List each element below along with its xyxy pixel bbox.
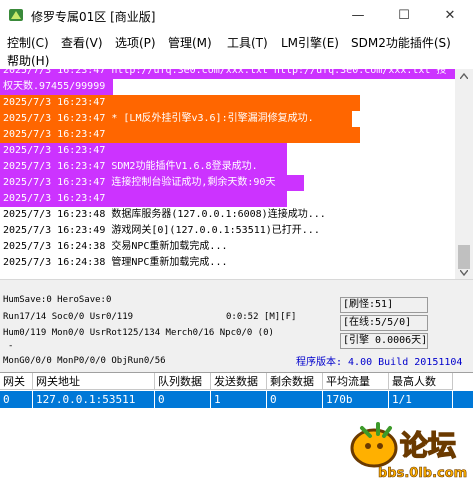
log-line: 2025/7/3 16:23:47 * [LM反外挂引擎v3.6]:引擎漏洞修复… bbox=[0, 111, 352, 127]
log-line: 2025/7/3 16:23:47 bbox=[0, 143, 287, 159]
carrot-mascot-icon bbox=[350, 422, 398, 468]
col-queue-data[interactable]: 队列数据 bbox=[155, 373, 211, 390]
close-button[interactable]: ✕ bbox=[427, 0, 473, 31]
status-uptime: 0:0:52 [M][F] bbox=[226, 312, 297, 322]
menu-lm-engine[interactable]: LM引擎(E) bbox=[281, 34, 339, 51]
scroll-thumb[interactable] bbox=[458, 245, 470, 269]
log-horizontal-scrollbar[interactable] bbox=[0, 279, 473, 292]
log-line: 2025/7/3 16:23:47 bbox=[0, 95, 360, 111]
log-line: 2025/7/3 16:23:47 bbox=[0, 191, 287, 207]
menu-options[interactable]: 选项(P) bbox=[115, 34, 156, 51]
status-hum-counts: Hum0/119 Mon0/0 UsrRot125/134 Merch0/16 … bbox=[3, 328, 274, 338]
status-dash: - bbox=[8, 341, 14, 351]
cell-queue-data: 0 bbox=[155, 391, 211, 408]
menu-control[interactable]: 控制(C) bbox=[7, 34, 49, 51]
status-run-counts: Run17/14 Soc0/0 Usr0/119 bbox=[3, 312, 134, 322]
log-line: 2025/7/3 16:23:48 数据库服务器(127.0.0.1:6008)… bbox=[0, 207, 455, 223]
menu-view[interactable]: 查看(V) bbox=[61, 34, 103, 51]
menu-help[interactable]: 帮助(H) bbox=[7, 52, 49, 69]
watermark-title: 论坛 bbox=[399, 428, 457, 463]
cell-remaining-data: 0 bbox=[267, 391, 323, 408]
online-count-box: [在线:5/5/0] bbox=[340, 315, 428, 331]
cell-gateway: 0 bbox=[0, 391, 33, 408]
log-line: 2025/7/3 16:23:47 SDM2功能插件V1.6.8登录成功. bbox=[0, 159, 287, 175]
menu-manage[interactable]: 管理(M) bbox=[168, 34, 212, 51]
log-panel[interactable]: 2025/7/3 16:23:47 http://ufq.3e0.com/xxx… bbox=[0, 69, 455, 279]
refresh-monster-box: [刷怪:51] bbox=[340, 297, 428, 313]
cell-send-data: 1 bbox=[211, 391, 267, 408]
scroll-down-arrow-icon[interactable] bbox=[460, 270, 468, 276]
log-line: 2025/7/3 16:24:38 管理NPC重新加载完成... bbox=[0, 255, 455, 271]
program-version: 程序版本: 4.00 Build 20151104 bbox=[296, 357, 463, 368]
watermark-url: bbs.0lb.com bbox=[378, 466, 468, 482]
app-icon bbox=[9, 9, 23, 21]
log-line: 2025/7/3 16:24:38 交易NPC重新加载完成... bbox=[0, 239, 455, 255]
log-line: 2025/7/3 16:23:47 http://ufq.3e0.com/xxx… bbox=[0, 69, 455, 79]
table-row[interactable]: 0 127.0.0.1:53511 0 1 0 170b 1/1 bbox=[0, 391, 473, 408]
menu-sdm2-plugin[interactable]: SDM2功能插件(S) bbox=[351, 34, 451, 51]
menu-bar: 控制(C) 查看(V) 选项(P) 管理(M) 工具(T) LM引擎(E) SD… bbox=[0, 31, 473, 69]
cell-max-players: 1/1 bbox=[389, 391, 453, 408]
menu-tools[interactable]: 工具(T) bbox=[227, 34, 268, 51]
log-line: 2025/7/3 16:23:49 游戏网关[0](127.0.0.1:5351… bbox=[0, 223, 455, 239]
col-gateway-address[interactable]: 网关地址 bbox=[33, 373, 155, 390]
maximize-button[interactable]: ☐ bbox=[381, 0, 427, 31]
log-line: 权天数.97455/99999 bbox=[0, 79, 113, 95]
log-vertical-scrollbar[interactable] bbox=[455, 69, 473, 279]
cell-gateway-address: 127.0.0.1:53511 bbox=[33, 391, 155, 408]
engine-days-box: [引擎 0.0006天] bbox=[340, 333, 428, 349]
minimize-button[interactable]: — bbox=[335, 0, 381, 31]
cell-average-traffic: 170b bbox=[323, 391, 389, 408]
status-save-counts: HumSave:0 HeroSave:0 bbox=[3, 295, 112, 305]
log-line: 2025/7/3 16:23:47 连接控制台验证成功,剩余天数:90天 bbox=[0, 175, 304, 191]
status-mon-counts: MonG0/0/0 MonP0/0/0 ObjRun0/56 bbox=[3, 356, 166, 366]
window-title: 修罗专属01区 [商业版] bbox=[31, 10, 156, 24]
scroll-up-arrow-icon[interactable] bbox=[460, 73, 468, 79]
title-bar: 修罗专属01区 [商业版] — ☐ ✕ bbox=[0, 0, 473, 31]
col-remaining-data[interactable]: 剩余数据 bbox=[267, 373, 323, 390]
col-send-data[interactable]: 发送数据 bbox=[211, 373, 267, 390]
col-max-players[interactable]: 最高人数 bbox=[389, 373, 453, 390]
col-gateway[interactable]: 网关 bbox=[0, 373, 33, 390]
log-line: 2025/7/3 16:23:47 bbox=[0, 127, 360, 143]
col-average-traffic[interactable]: 平均流量 bbox=[323, 373, 389, 390]
